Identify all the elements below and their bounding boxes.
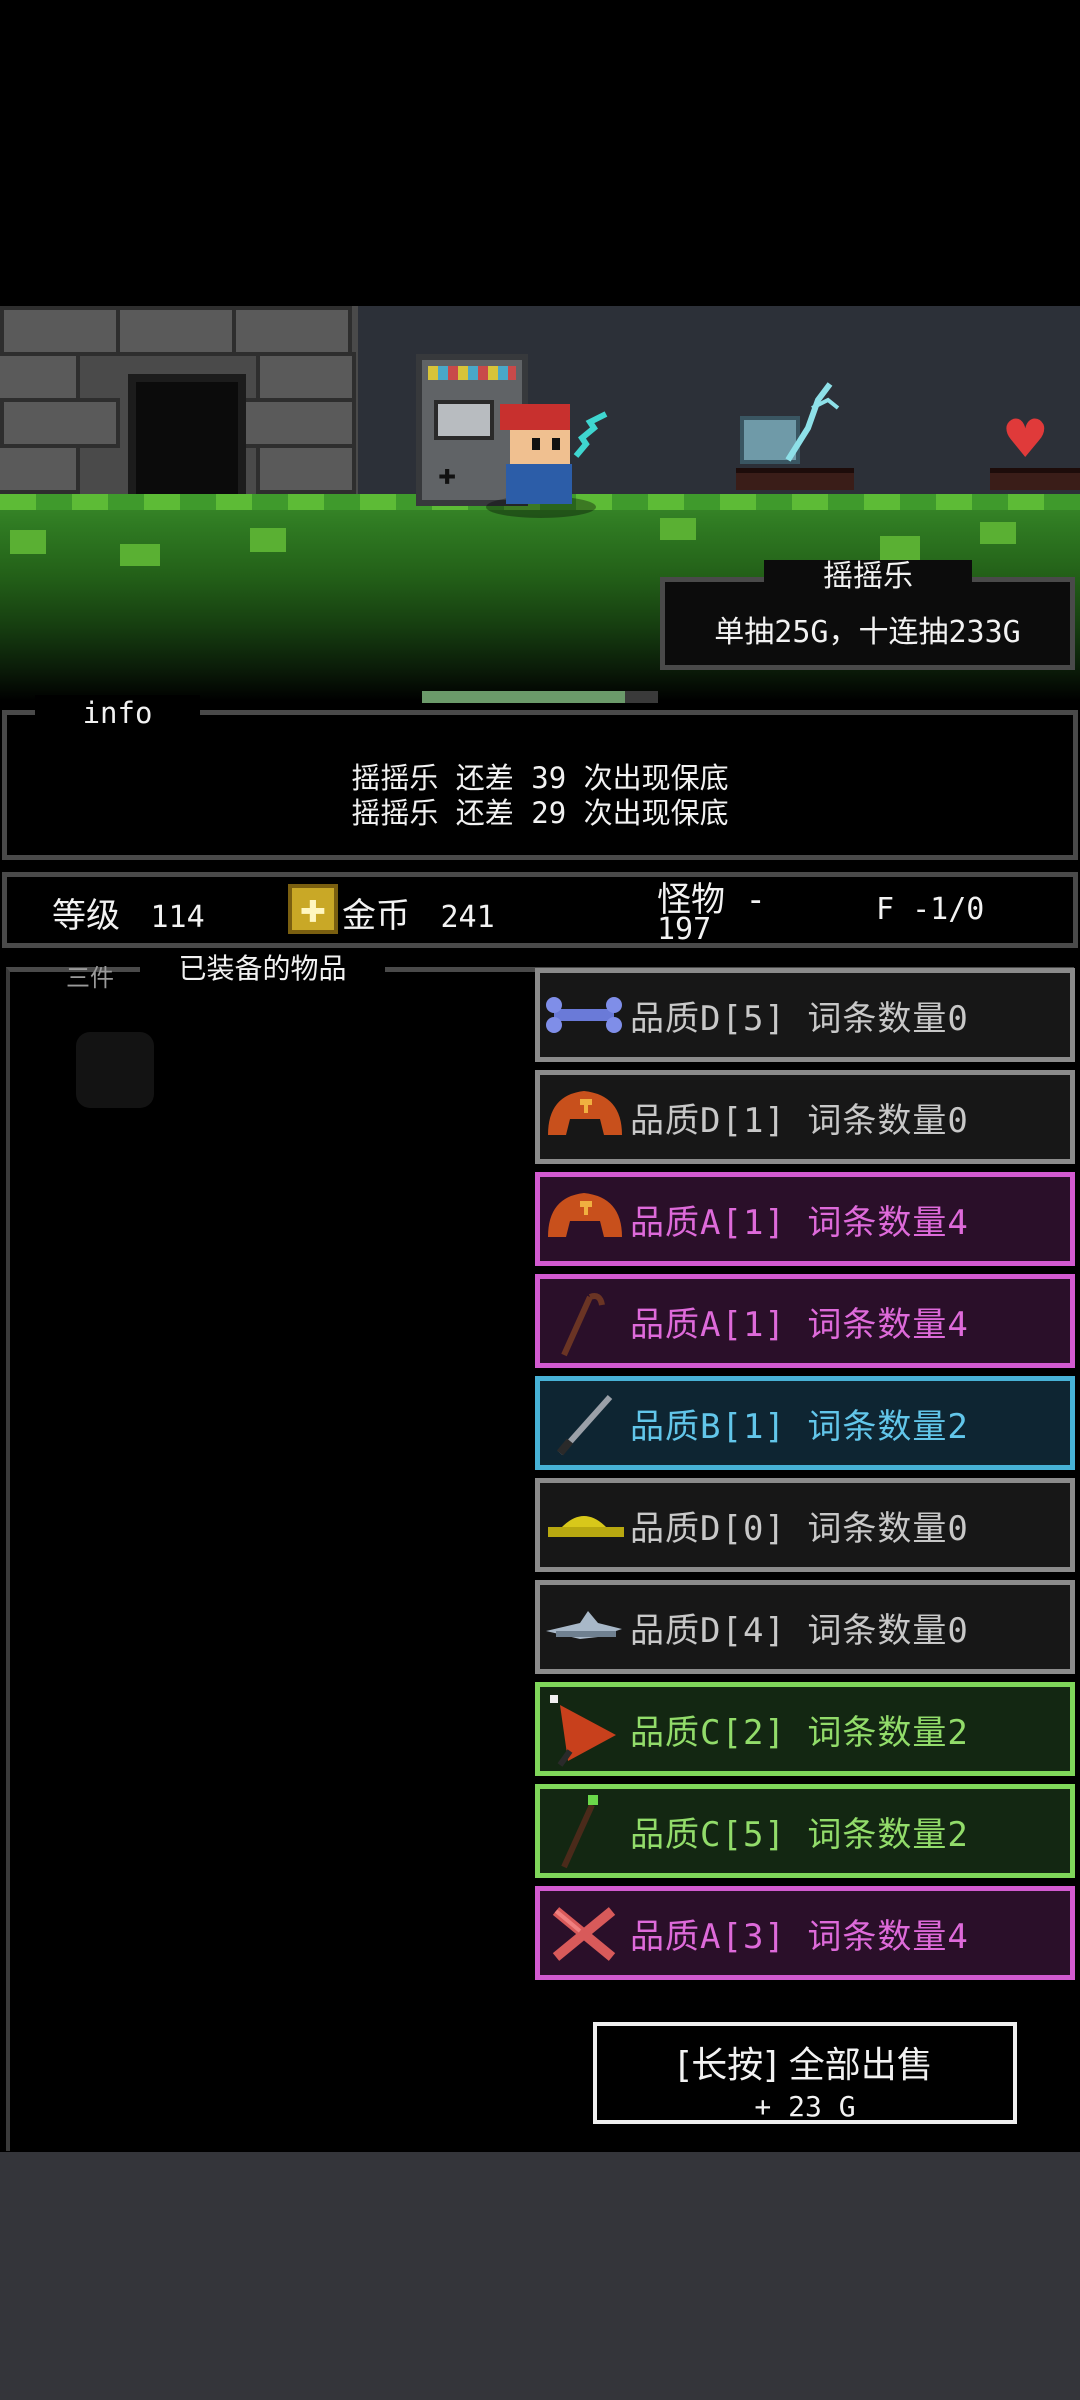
wand-icon bbox=[540, 1789, 630, 1873]
item-row[interactable]: 品质D[5] 词条数量0 bbox=[535, 968, 1075, 1062]
item-label: 品质B[1] 词条数量2 bbox=[630, 1406, 969, 1447]
item-row[interactable]: 品质D[1] 词条数量0 bbox=[535, 1070, 1075, 1164]
item-row[interactable]: 品质C[2] 词条数量2 bbox=[535, 1682, 1075, 1776]
gold-label: 金币 bbox=[342, 896, 410, 936]
info-title: info bbox=[35, 695, 200, 731]
sword-icon bbox=[540, 1381, 630, 1465]
helmet-icon bbox=[540, 1177, 630, 1261]
item-row[interactable]: 品质A[1] 词条数量4 bbox=[535, 1274, 1075, 1368]
helmet-icon bbox=[540, 1075, 630, 1159]
gold-coin-icon: ✚ bbox=[288, 884, 338, 934]
item-label: 品质A[3] 词条数量4 bbox=[630, 1916, 969, 1957]
sell-all-button[interactable]: [长按] 全部出售 + 23 G bbox=[593, 2022, 1017, 2124]
item-row[interactable]: 品质A[3] 词条数量4 bbox=[535, 1886, 1075, 1980]
item-label: 品质A[1] 词条数量4 bbox=[630, 1202, 969, 1243]
axe-icon bbox=[540, 1687, 630, 1771]
hero-hat bbox=[500, 404, 570, 430]
level-stat: 等级 114 bbox=[52, 888, 205, 937]
item-label: 品质A[1] 词条数量4 bbox=[630, 1304, 969, 1345]
heart-icon[interactable]: ♥ bbox=[1006, 408, 1045, 472]
gold-stat: 金币 241 bbox=[342, 888, 495, 937]
item-label: 品质D[0] 词条数量0 bbox=[630, 1508, 969, 1549]
item-row[interactable]: 品质C[5] 词条数量2 bbox=[535, 1784, 1075, 1878]
item-label: 品质C[2] 词条数量2 bbox=[630, 1712, 969, 1753]
item-row[interactable]: 品质B[1] 词条数量2 bbox=[535, 1376, 1075, 1470]
item-label: 品质C[5] 词条数量2 bbox=[630, 1814, 969, 1855]
item-row[interactable]: 品质A[1] 词条数量4 bbox=[535, 1172, 1075, 1266]
lightning-sword-icon bbox=[573, 411, 608, 458]
pedestal-armor-icon[interactable] bbox=[738, 378, 848, 472]
hat-icon bbox=[540, 1483, 630, 1567]
gacha-title: 摇摇乐 bbox=[764, 560, 972, 594]
item-row[interactable]: 品质D[4] 词条数量0 bbox=[535, 1580, 1075, 1674]
bottom-bar bbox=[0, 2152, 1080, 2400]
machine-screen bbox=[434, 400, 494, 440]
item-label: 品质D[1] 词条数量0 bbox=[630, 1100, 969, 1141]
dpad-icon: ✚ bbox=[438, 457, 457, 492]
equipment-title: 已装备的物品 bbox=[140, 952, 385, 986]
fish-icon bbox=[540, 1585, 630, 1669]
sell-all-amount: + 23 G bbox=[754, 2090, 856, 2123]
sell-all-label: [长按] 全部出售 bbox=[677, 2045, 933, 2086]
monster-value: 197 bbox=[657, 912, 712, 947]
progress-fill bbox=[422, 691, 625, 703]
info-line-2: 摇摇乐 还差 29 次出现保底 bbox=[351, 796, 729, 830]
staff-icon bbox=[540, 1279, 630, 1363]
bone-icon bbox=[540, 973, 630, 1057]
item-row[interactable]: 品质D[0] 词条数量0 bbox=[535, 1478, 1075, 1572]
cross-bone-icon bbox=[540, 1891, 630, 1975]
gacha-price: 单抽25G，十连抽233G bbox=[714, 615, 1021, 650]
item-label: 品质D[4] 词条数量0 bbox=[630, 1610, 969, 1651]
level-value: 114 bbox=[150, 900, 205, 935]
empty-equip-slot[interactable] bbox=[76, 1032, 154, 1108]
level-label: 等级 bbox=[52, 896, 120, 936]
gold-value: 241 bbox=[440, 900, 495, 935]
item-label: 品质D[5] 词条数量0 bbox=[630, 998, 969, 1039]
floor-indicator: F -1/0 bbox=[876, 892, 985, 927]
castle-door[interactable] bbox=[128, 374, 246, 504]
castle-wall bbox=[0, 306, 358, 504]
equipment-tab-hidden[interactable]: 三件 bbox=[66, 958, 114, 993]
